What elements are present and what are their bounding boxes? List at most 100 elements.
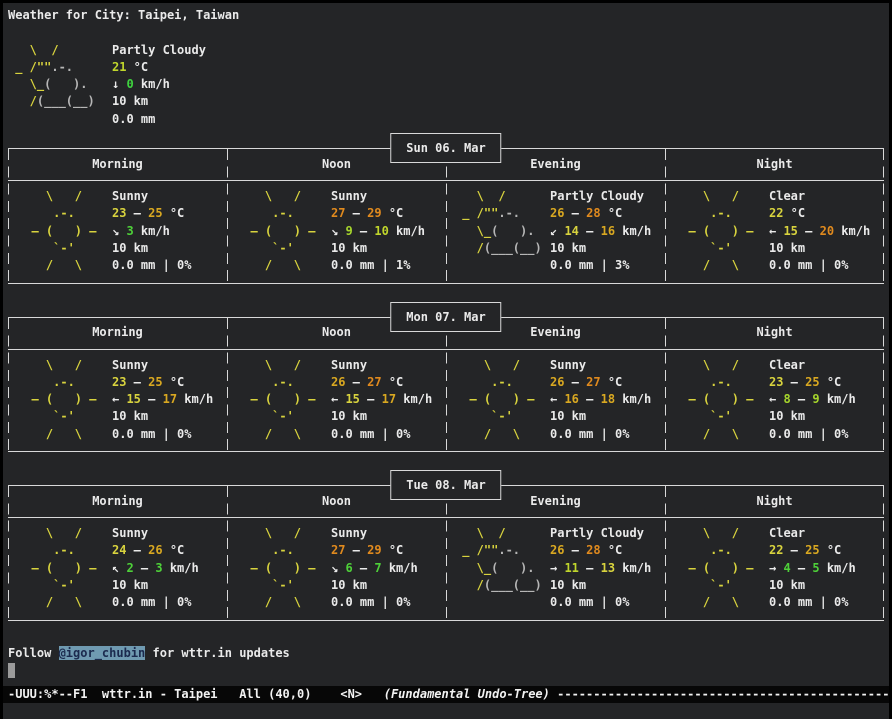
period-header: Morning [8,156,227,173]
weather-text-row: ← 15 – 17 km/h [331,391,446,408]
forecast-cell: \ / _ /"".-. \_( ). /(___(__) Partly Clo… [446,525,665,611]
weather-text-row: 0.0 mm | 0% [550,426,665,443]
weather-text-row: ↙ 14 – 16 km/h [550,223,665,240]
weather-text-row: 0.0 mm | 0% [769,426,884,443]
weather-text-row: 0.0 mm | 0% [112,594,227,611]
period-header: Night [665,324,884,341]
weather-text-row: ↖ 2 – 3 km/h [112,560,227,577]
weather-text-row: 21 °C [112,59,206,76]
table-divider [227,486,228,619]
weather-text-row: 26 – 28 °C [550,542,665,559]
page-title: Weather for City: Taipei, Taiwan [8,7,889,24]
sunny-icon: \ / .-. ― ( ) ― `-' / \ [17,525,112,611]
forecast-table: MorningNoonEveningNight \ / .-. ― ( ) ― … [8,148,884,283]
table-divider [8,486,9,619]
table-divider [665,486,666,619]
minibuffer[interactable] [3,703,889,719]
blank-line [8,24,889,41]
weather-text-row: 0.0 mm | 0% [112,257,227,274]
weather-text-row: 22 – 25 °C [769,542,884,559]
modeline-dashes: ----------------------------------------… [550,687,889,701]
current-conditions: \ / _ /"".-. \_( ). /(___(__) Partly Clo… [8,42,889,128]
modeline-sep [362,687,384,701]
weather-text-row: 26 – 27 °C [550,374,665,391]
sunny-icon: \ / .-. ― ( ) ― `-' / \ [455,357,550,443]
weather-text-row: ↘ 3 km/h [112,223,227,240]
current-conditions-text: Partly Cloudy21 °C↓ 0 km/h10 km0.0 mm [112,42,206,128]
weather-text-row: 10 km [769,408,884,425]
weather-text-row: 10 km [769,240,884,257]
table-divider [883,486,884,619]
modeline-major-mode: (Fundamental Undo-Tree) [384,687,550,701]
wttr-buffer[interactable]: Weather for City: Taipei, Taiwan \ / _ /… [3,3,889,679]
weather-text-row: 23 – 25 °C [769,374,884,391]
date-label: Tue 08. Mar [390,470,501,500]
modeline-position: All (40,0) [218,687,341,701]
weather-text-row: ↘ 6 – 7 km/h [331,560,446,577]
sunny-icon: \ / .-. ― ( ) ― `-' / \ [236,357,331,443]
weather-text-row: → 4 – 5 km/h [769,560,884,577]
forecast-cell: \ / _ /"".-. \_( ). /(___(__) Partly Clo… [446,188,665,274]
sunny-icon: \ / .-. ― ( ) ― `-' / \ [17,357,112,443]
forecast-cell-text: Sunny26 – 27 °C← 15 – 17 km/h10 km0.0 mm… [331,357,446,443]
forecast-day: Tue 08. MarMorningNoonEveningNight \ / .… [8,485,884,620]
cursor-line [8,662,889,679]
text-cursor [8,663,15,678]
weather-text-row: → 11 – 13 km/h [550,560,665,577]
modeline: -UUU:%*--F1 wttr.in - Taipei All (40,0) … [3,686,889,703]
weather-text-row: ← 8 – 9 km/h [769,391,884,408]
weather-text-row: 0.0 mm | 3% [550,257,665,274]
table-divider [446,149,447,282]
modeline-buffer-name: wttr.in - Taipei [102,687,218,701]
period-header: Morning [8,324,227,341]
weather-text-row: 23 – 25 °C [112,374,227,391]
sunny-icon: \ / .-. ― ( ) ― `-' / \ [17,188,112,274]
weather-text-row: 10 km [112,240,227,257]
weather-text-row: 0.0 mm | 1% [331,257,446,274]
weather-text-row: Clear [769,357,884,374]
forecast-cell-text: Sunny27 – 29 °C↘ 6 – 7 km/h10 km0.0 mm |… [331,525,446,611]
weather-text-row: 0.0 mm | 0% [112,426,227,443]
table-divider [446,486,447,619]
weather-text-row: 10 km [112,408,227,425]
weather-text-row: Sunny [112,357,227,374]
twitter-link[interactable]: @igor_chubin [59,646,146,660]
forecast-table: MorningNoonEveningNight \ / .-. ― ( ) ― … [8,485,884,620]
emacs-window: Weather for City: Taipei, Taiwan \ / _ /… [3,3,889,719]
weather-text-row: 10 km [112,577,227,594]
weather-text-row: 10 km [550,577,665,594]
weather-text-row: 10 km [331,240,446,257]
table-divider [8,318,9,451]
weather-text-row: ↘ 9 – 10 km/h [331,223,446,240]
weather-text-row: ↓ 0 km/h [112,76,206,93]
forecast-cell-text: Sunny27 – 29 °C↘ 9 – 10 km/h10 km0.0 mm … [331,188,446,274]
forecast-cell: \ / .-. ― ( ) ― `-' / \Sunny23 – 25 °C← … [8,357,227,443]
forecast-cell-text: Sunny26 – 27 °C← 16 – 18 km/h10 km0.0 mm… [550,357,665,443]
forecast-cell-text: Clear22 – 25 °C→ 4 – 5 km/h10 km0.0 mm |… [769,525,884,611]
forecast-cell: \ / .-. ― ( ) ― `-' / \Clear22 °C← 15 – … [665,188,884,274]
forecast-cell: \ / .-. ― ( ) ― `-' / \Clear22 – 25 °C→ … [665,525,884,611]
weather-text-row: Partly Cloudy [112,42,206,59]
table-divider [227,318,228,451]
weather-text-row: 10 km [550,240,665,257]
partly-cloudy-icon: \ / _ /"".-. \_( ). /(___(__) [455,525,550,611]
weather-text-row: 0.0 mm | 0% [550,594,665,611]
weather-text-row: Sunny [112,188,227,205]
weather-text-row: Sunny [550,357,665,374]
forecast-cell-text: Sunny24 – 26 °C↖ 2 – 3 km/h10 km0.0 mm |… [112,525,227,611]
weather-text-row: 0.0 mm | 0% [331,426,446,443]
weather-text-row: Sunny [331,357,446,374]
weather-text-row: 10 km [550,408,665,425]
sunny-icon: \ / .-. ― ( ) ― `-' / \ [236,525,331,611]
table-divider [665,318,666,451]
period-header: Night [665,493,884,510]
forecast-cell-text: Partly Cloudy26 – 28 °C↙ 14 – 16 km/h10 … [550,188,665,274]
forecast-cell: \ / .-. ― ( ) ― `-' / \Sunny27 – 29 °C↘ … [227,525,446,611]
forecast-day: Sun 06. MarMorningNoonEveningNight \ / .… [8,148,884,283]
table-divider [883,318,884,451]
forecast-cell: \ / .-. ― ( ) ― `-' / \Sunny26 – 27 °C← … [227,357,446,443]
forecast-table: MorningNoonEveningNight \ / .-. ― ( ) ― … [8,317,884,452]
forecast-cell: \ / .-. ― ( ) ― `-' / \Sunny23 – 25 °C↘ … [8,188,227,274]
footer-prefix: Follow [8,646,59,660]
forecast-cell: \ / .-. ― ( ) ― `-' / \Sunny26 – 27 °C← … [446,357,665,443]
